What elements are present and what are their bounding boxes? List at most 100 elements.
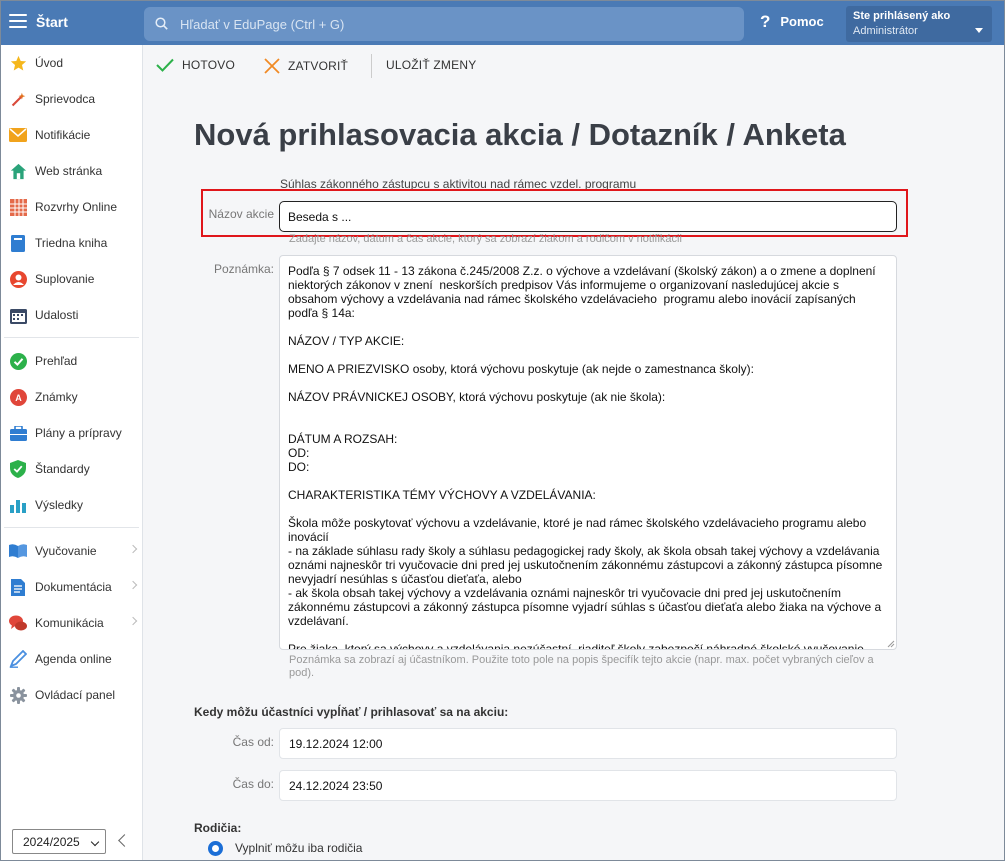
note-line [288, 502, 886, 516]
sidebar-item-label: Notifikácie [35, 128, 91, 142]
sidebar-item-suplovanie[interactable]: Suplovanie [0, 264, 143, 294]
save-label: ULOŽIŤ ZMENY [386, 58, 477, 72]
note-line [288, 418, 886, 432]
sidebar-item-komunikacia[interactable]: Komunikácia [0, 608, 143, 638]
house-icon [9, 162, 27, 180]
sidebar-item-label: Rozvrhy Online [35, 200, 118, 214]
star-icon [9, 54, 27, 72]
action-toolbar: HOTOVO ZATVORIŤ ULOŽIŤ ZMENY [144, 45, 1005, 87]
close-button[interactable]: ZATVORIŤ [264, 58, 348, 74]
sidebar-item-znamky[interactable]: A Známky [0, 382, 143, 412]
note-line [288, 320, 886, 334]
timetable-grid-icon [9, 198, 27, 216]
note-line [288, 348, 886, 362]
pen-icon [9, 650, 27, 668]
parents-only-label[interactable]: Vyplniť môžu iba rodičia [235, 841, 362, 855]
sidebar-item-triedna-kniha[interactable]: Triedna kniha [0, 228, 143, 258]
svg-text:A: A [15, 393, 22, 403]
help-label: Pomoc [780, 14, 824, 29]
sidebar-item-prehlad[interactable]: Prehľad [0, 346, 143, 376]
note-line [288, 628, 886, 642]
when-heading: Kedy môžu účastníci vypĺňať / prihlasova… [194, 705, 509, 719]
sidebar-item-label: Sprievodca [35, 92, 96, 106]
note-line: NÁZOV / TYP AKCIE: [288, 334, 405, 348]
chat-bubbles-icon [9, 614, 27, 632]
note-line: NÁZOV PRÁVNICKEJ OSOBY, ktorá výchovu po… [288, 390, 666, 404]
sidebar-item-label: Známky [35, 390, 78, 404]
sidebar-item-uvod[interactable]: Úvod [0, 48, 143, 78]
event-name-hint: Zadajte názov, dátum a čas akcie, ktorý … [289, 233, 682, 245]
sidebar-divider [4, 337, 139, 338]
sidebar-item-web-stranka[interactable]: Web stránka [0, 156, 143, 186]
chevron-right-icon [128, 544, 138, 554]
search-box[interactable] [144, 7, 744, 41]
chevron-right-icon [128, 580, 138, 590]
top-bar: Štart ? Pomoc Ste prihlásený ako Adminis… [0, 0, 1005, 45]
note-line: - ak škola obsah takej výchovy a vzdeláv… [288, 586, 885, 628]
sidebar-divider [4, 527, 139, 528]
app-title[interactable]: Štart [36, 14, 68, 30]
search-icon [155, 17, 168, 30]
caret-down-icon [975, 28, 983, 33]
save-changes-button[interactable]: ULOŽIŤ ZMENY [386, 58, 476, 72]
highlight-box [201, 189, 908, 237]
sidebar-item-notifikacie[interactable]: Notifikácie [0, 120, 143, 150]
magic-wand-icon [9, 90, 27, 108]
search-input[interactable] [178, 7, 728, 41]
sidebar-item-udalosti[interactable]: Udalosti [0, 300, 143, 330]
note-line [288, 474, 886, 488]
grade-badge-icon: A [9, 388, 27, 406]
sidebar-item-label: Suplovanie [35, 272, 95, 286]
sidebar-item-plany-a-pripravy[interactable]: Plány a prípravy [0, 418, 143, 448]
sidebar-item-label: Udalosti [35, 308, 79, 322]
calendar-icon [9, 306, 27, 324]
shield-check-icon [9, 460, 27, 478]
book-icon [9, 234, 27, 252]
help-button[interactable]: ? Pomoc [760, 13, 824, 30]
sidebar-item-agenda-online[interactable]: Agenda online [0, 644, 143, 674]
sidebar-item-label: Agenda online [35, 652, 112, 666]
person-icon [9, 270, 27, 288]
bar-chart-icon [9, 496, 27, 514]
sidebar-item-vysledky[interactable]: Výsledky [0, 490, 143, 520]
note-line: - na základe súhlasu rady školy a súhlas… [288, 544, 886, 586]
sidebar-item-sprievodca[interactable]: Sprievodca [0, 84, 143, 114]
sidebar-item-label: Dokumentácia [35, 580, 112, 594]
note-line: OD: [288, 446, 310, 460]
from-time-value: 19.12.2024 12:00 [289, 736, 383, 751]
toolbar-divider [371, 54, 372, 78]
envelope-icon [9, 126, 27, 144]
note-line: Škola môže poskytovať výchovu a vzdeláva… [288, 516, 870, 544]
sidebar-item-ovladaci-panel[interactable]: Ovládací panel [0, 680, 143, 710]
done-button[interactable]: HOTOVO [156, 58, 235, 72]
note-line: DO: [288, 460, 310, 474]
chevron-down-icon [90, 837, 100, 847]
note-textarea[interactable]: Podľa § 7 odsek 11 - 13 zákona č.245/200… [279, 255, 897, 650]
open-book-icon [9, 542, 27, 560]
close-label: ZATVORIŤ [288, 59, 349, 73]
from-time-input[interactable]: 19.12.2024 12:00 [279, 728, 897, 759]
parents-only-radio[interactable] [208, 841, 223, 856]
user-account-menu[interactable]: Ste prihlásený ako Administrátor [846, 6, 992, 42]
hamburger-menu-icon[interactable] [9, 14, 27, 29]
to-time-input[interactable]: 24.12.2024 23:50 [279, 770, 897, 801]
logged-in-as-label: Ste prihlásený ako [853, 10, 951, 22]
sidebar-item-label: Úvod [35, 56, 64, 70]
sidebar-item-rozvrhy-online[interactable]: Rozvrhy Online [0, 192, 143, 222]
sidebar-item-label: Štandardy [35, 462, 90, 476]
parents-heading: Rodičia: [194, 821, 242, 835]
note-line: CHARAKTERISTIKA TÉMY VÝCHOVY A VZDELÁVAN… [288, 488, 596, 502]
note-line [288, 376, 886, 390]
question-mark-icon: ? [760, 12, 771, 31]
done-label: HOTOVO [182, 58, 235, 72]
sidebar-item-label: Ovládací panel [35, 688, 116, 702]
school-year-select[interactable]: 2024/2025 [12, 829, 106, 854]
check-circle-icon [9, 352, 27, 370]
sidebar-item-standardy[interactable]: Štandardy [0, 454, 143, 484]
sidebar-item-label: Web stránka [35, 164, 103, 178]
resize-handle-icon[interactable] [886, 639, 895, 648]
to-time-value: 24.12.2024 23:50 [289, 778, 383, 793]
chevron-right-icon [128, 616, 138, 626]
sidebar-item-vyucovanie[interactable]: Vyučovanie [0, 536, 143, 566]
sidebar-item-dokumentacia[interactable]: Dokumentácia [0, 572, 143, 602]
